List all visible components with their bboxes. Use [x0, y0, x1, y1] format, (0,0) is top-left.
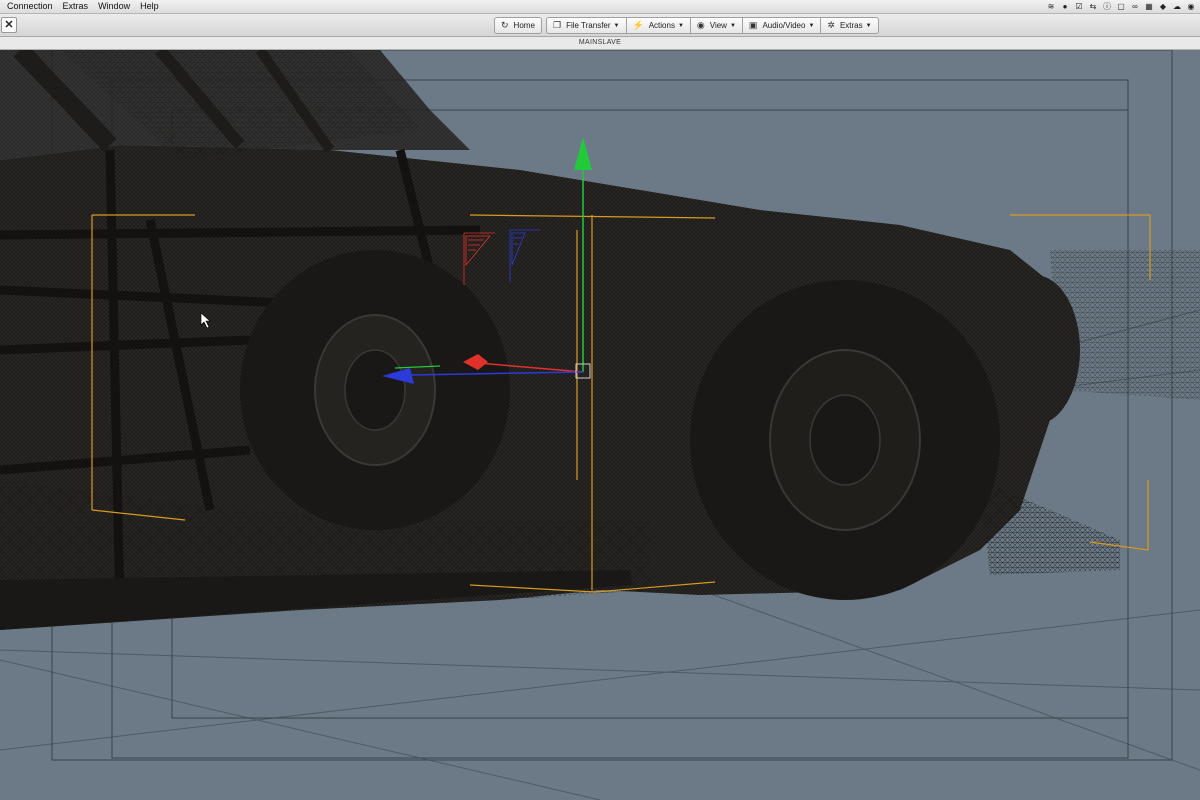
session-title: MAINSLAVE [0, 37, 1200, 50]
mac-menubar: Connection Extras Window Help ≋ ● ☑ ⇆ ⓘ … [0, 0, 1200, 14]
grid-icon[interactable]: ▦ [1144, 2, 1154, 12]
info-icon[interactable]: ⓘ [1102, 2, 1112, 12]
remote-toolbar: ✕ ↻ Home ❐ File Transfer ▼ ⚡ Actions ▼ ◉… [0, 14, 1200, 37]
actions-label: Actions [648, 21, 675, 30]
chevron-down-icon: ▼ [729, 22, 736, 29]
extras-button[interactable]: ✲ Extras ▼ [820, 17, 879, 34]
view-button[interactable]: ◉ View ▼ [689, 17, 743, 34]
file-icon: ❐ [553, 20, 562, 30]
lightning-icon: ⚡ [632, 20, 644, 30]
status-tray: ≋ ● ☑ ⇆ ⓘ ▢ ∞ ▦ ◆ ☁ ◉ [1046, 1, 1196, 12]
viewport-canvas[interactable] [0, 50, 1200, 800]
app-icon[interactable]: ◉ [1186, 2, 1196, 12]
file-transfer-button[interactable]: ❐ File Transfer ▼ [546, 17, 627, 34]
close-session-button[interactable]: ✕ [1, 17, 17, 33]
file-transfer-label: File Transfer [566, 21, 611, 30]
home-button[interactable]: ↻ Home [494, 17, 542, 34]
cloud-icon[interactable]: ☁ [1172, 2, 1182, 12]
timer-icon[interactable]: ● [1060, 2, 1070, 12]
gear-icon: ✲ [827, 20, 835, 30]
menu-extras[interactable]: Extras [58, 0, 94, 13]
teamviewer-icon[interactable]: ⇆ [1088, 2, 1098, 12]
chevron-down-icon: ▼ [677, 22, 684, 29]
3d-viewport[interactable] [0, 50, 1200, 800]
chevron-down-icon: ▼ [613, 22, 620, 29]
menu-connection[interactable]: Connection [0, 0, 58, 13]
home-label: Home [513, 21, 535, 30]
view-label: View [709, 21, 727, 30]
signal-icon[interactable]: ≋ [1046, 2, 1056, 12]
chevron-down-icon: ▼ [865, 22, 872, 29]
chat-icon: ▣ [748, 20, 758, 30]
home-group: ↻ Home [494, 17, 542, 34]
check-icon[interactable]: ☑ [1074, 2, 1084, 12]
action-group: ❐ File Transfer ▼ ⚡ Actions ▼ ◉ View ▼ ▣… [546, 17, 879, 34]
extras-label: Extras [839, 21, 863, 30]
rear-wheel[interactable] [240, 250, 510, 530]
dropbox-icon[interactable]: ◆ [1158, 2, 1168, 12]
actions-button[interactable]: ⚡ Actions ▼ [625, 17, 691, 34]
menu-help[interactable]: Help [135, 0, 164, 13]
front-wheel[interactable] [690, 280, 1000, 600]
box-icon[interactable]: ▢ [1116, 2, 1126, 12]
refresh-icon: ↻ [501, 20, 509, 30]
menu-window[interactable]: Window [93, 0, 135, 13]
chevron-down-icon: ▼ [808, 22, 815, 29]
eye-icon: ◉ [696, 20, 705, 30]
audio-video-label: Audio/Video [762, 21, 806, 30]
creative-cloud-icon[interactable]: ∞ [1130, 2, 1140, 12]
audio-video-button[interactable]: ▣ Audio/Video ▼ [741, 17, 822, 34]
